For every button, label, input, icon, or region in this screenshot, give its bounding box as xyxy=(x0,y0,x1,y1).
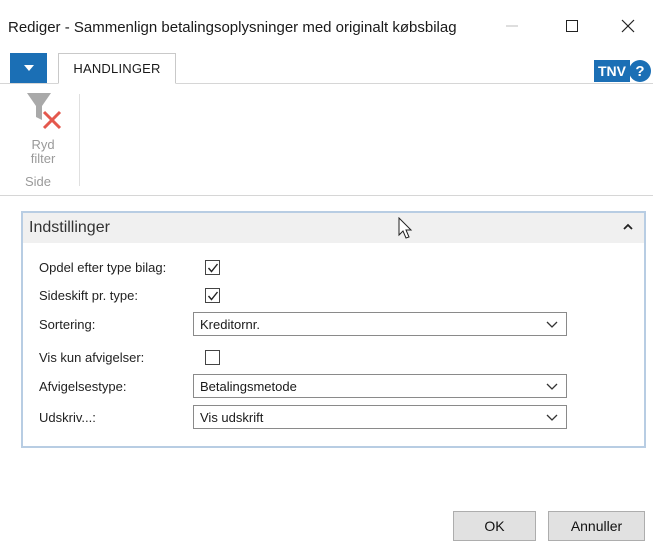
chevron-down-icon xyxy=(546,414,558,421)
ribbon-tab-bar: HANDLINGER TNV ? xyxy=(0,52,653,84)
help-button[interactable]: ? xyxy=(629,60,651,82)
print-value: Vis udskrift xyxy=(200,410,264,425)
minimize-button[interactable] xyxy=(497,14,527,38)
clear-filter-icon xyxy=(27,93,62,130)
tab-handlinger-label: HANDLINGER xyxy=(73,61,161,76)
settings-panel-title: Indstillinger xyxy=(29,219,110,236)
split-by-type-label: Opdel efter type bilag: xyxy=(39,260,167,275)
minimize-icon xyxy=(506,25,518,27)
close-button[interactable] xyxy=(613,14,643,38)
cancel-button[interactable]: Annuller xyxy=(548,511,645,541)
chevron-down-icon xyxy=(546,321,558,328)
maximize-button[interactable] xyxy=(557,14,587,38)
checkmark-icon xyxy=(207,263,218,273)
deviation-type-value: Betalingsmetode xyxy=(200,379,297,394)
ribbon-group-divider xyxy=(79,94,80,186)
clear-filter-label-line2: filter xyxy=(30,151,56,166)
company-badge[interactable]: TNV xyxy=(594,60,630,82)
help-icon: ? xyxy=(635,62,645,80)
clear-filter-label: Ryd filter xyxy=(18,138,68,166)
ribbon-group-label: Side xyxy=(25,174,52,189)
window-title: Rediger - Sammenlign betalingsoplysninge… xyxy=(8,19,457,36)
deviation-type-label: Afvigelsestype: xyxy=(39,379,127,394)
print-label: Udskriv...: xyxy=(39,410,96,425)
page-break-label: Sideskift pr. type: xyxy=(39,288,138,303)
split-by-type-checkbox[interactable] xyxy=(205,260,220,275)
ok-button[interactable]: OK xyxy=(453,511,536,541)
maximize-icon xyxy=(566,20,578,32)
checkmark-icon xyxy=(207,291,218,301)
clear-filter-button[interactable]: Ryd filter xyxy=(18,90,68,170)
deviation-type-select[interactable]: Betalingsmetode xyxy=(193,374,567,398)
page-break-checkbox[interactable] xyxy=(205,288,220,303)
only-deviations-checkbox[interactable] xyxy=(205,350,220,365)
sorting-label: Sortering: xyxy=(39,317,96,332)
ribbon-menu-button[interactable] xyxy=(10,53,47,83)
dropdown-arrow-icon xyxy=(23,64,34,71)
tab-handlinger[interactable]: HANDLINGER xyxy=(58,53,176,84)
sorting-value: Kreditornr. xyxy=(200,317,260,332)
close-icon xyxy=(621,19,635,33)
settings-panel: Indstillinger Opdel efter type bilag: Si… xyxy=(21,211,646,448)
settings-panel-header[interactable]: Indstillinger xyxy=(23,213,644,243)
ribbon-body: Ryd filter Side xyxy=(0,84,653,196)
only-deviations-label: Vis kun afvigelser: xyxy=(39,350,145,365)
clear-filter-label-line1: Ryd xyxy=(31,137,55,152)
chevron-down-icon xyxy=(546,383,558,390)
collapse-icon xyxy=(623,223,633,230)
collapse-button[interactable] xyxy=(619,217,637,235)
title-bar: Rediger - Sammenlign betalingsoplysninge… xyxy=(0,0,653,50)
print-select[interactable]: Vis udskrift xyxy=(193,405,567,429)
sorting-select[interactable]: Kreditornr. xyxy=(193,312,567,336)
mouse-cursor-icon xyxy=(398,217,413,239)
